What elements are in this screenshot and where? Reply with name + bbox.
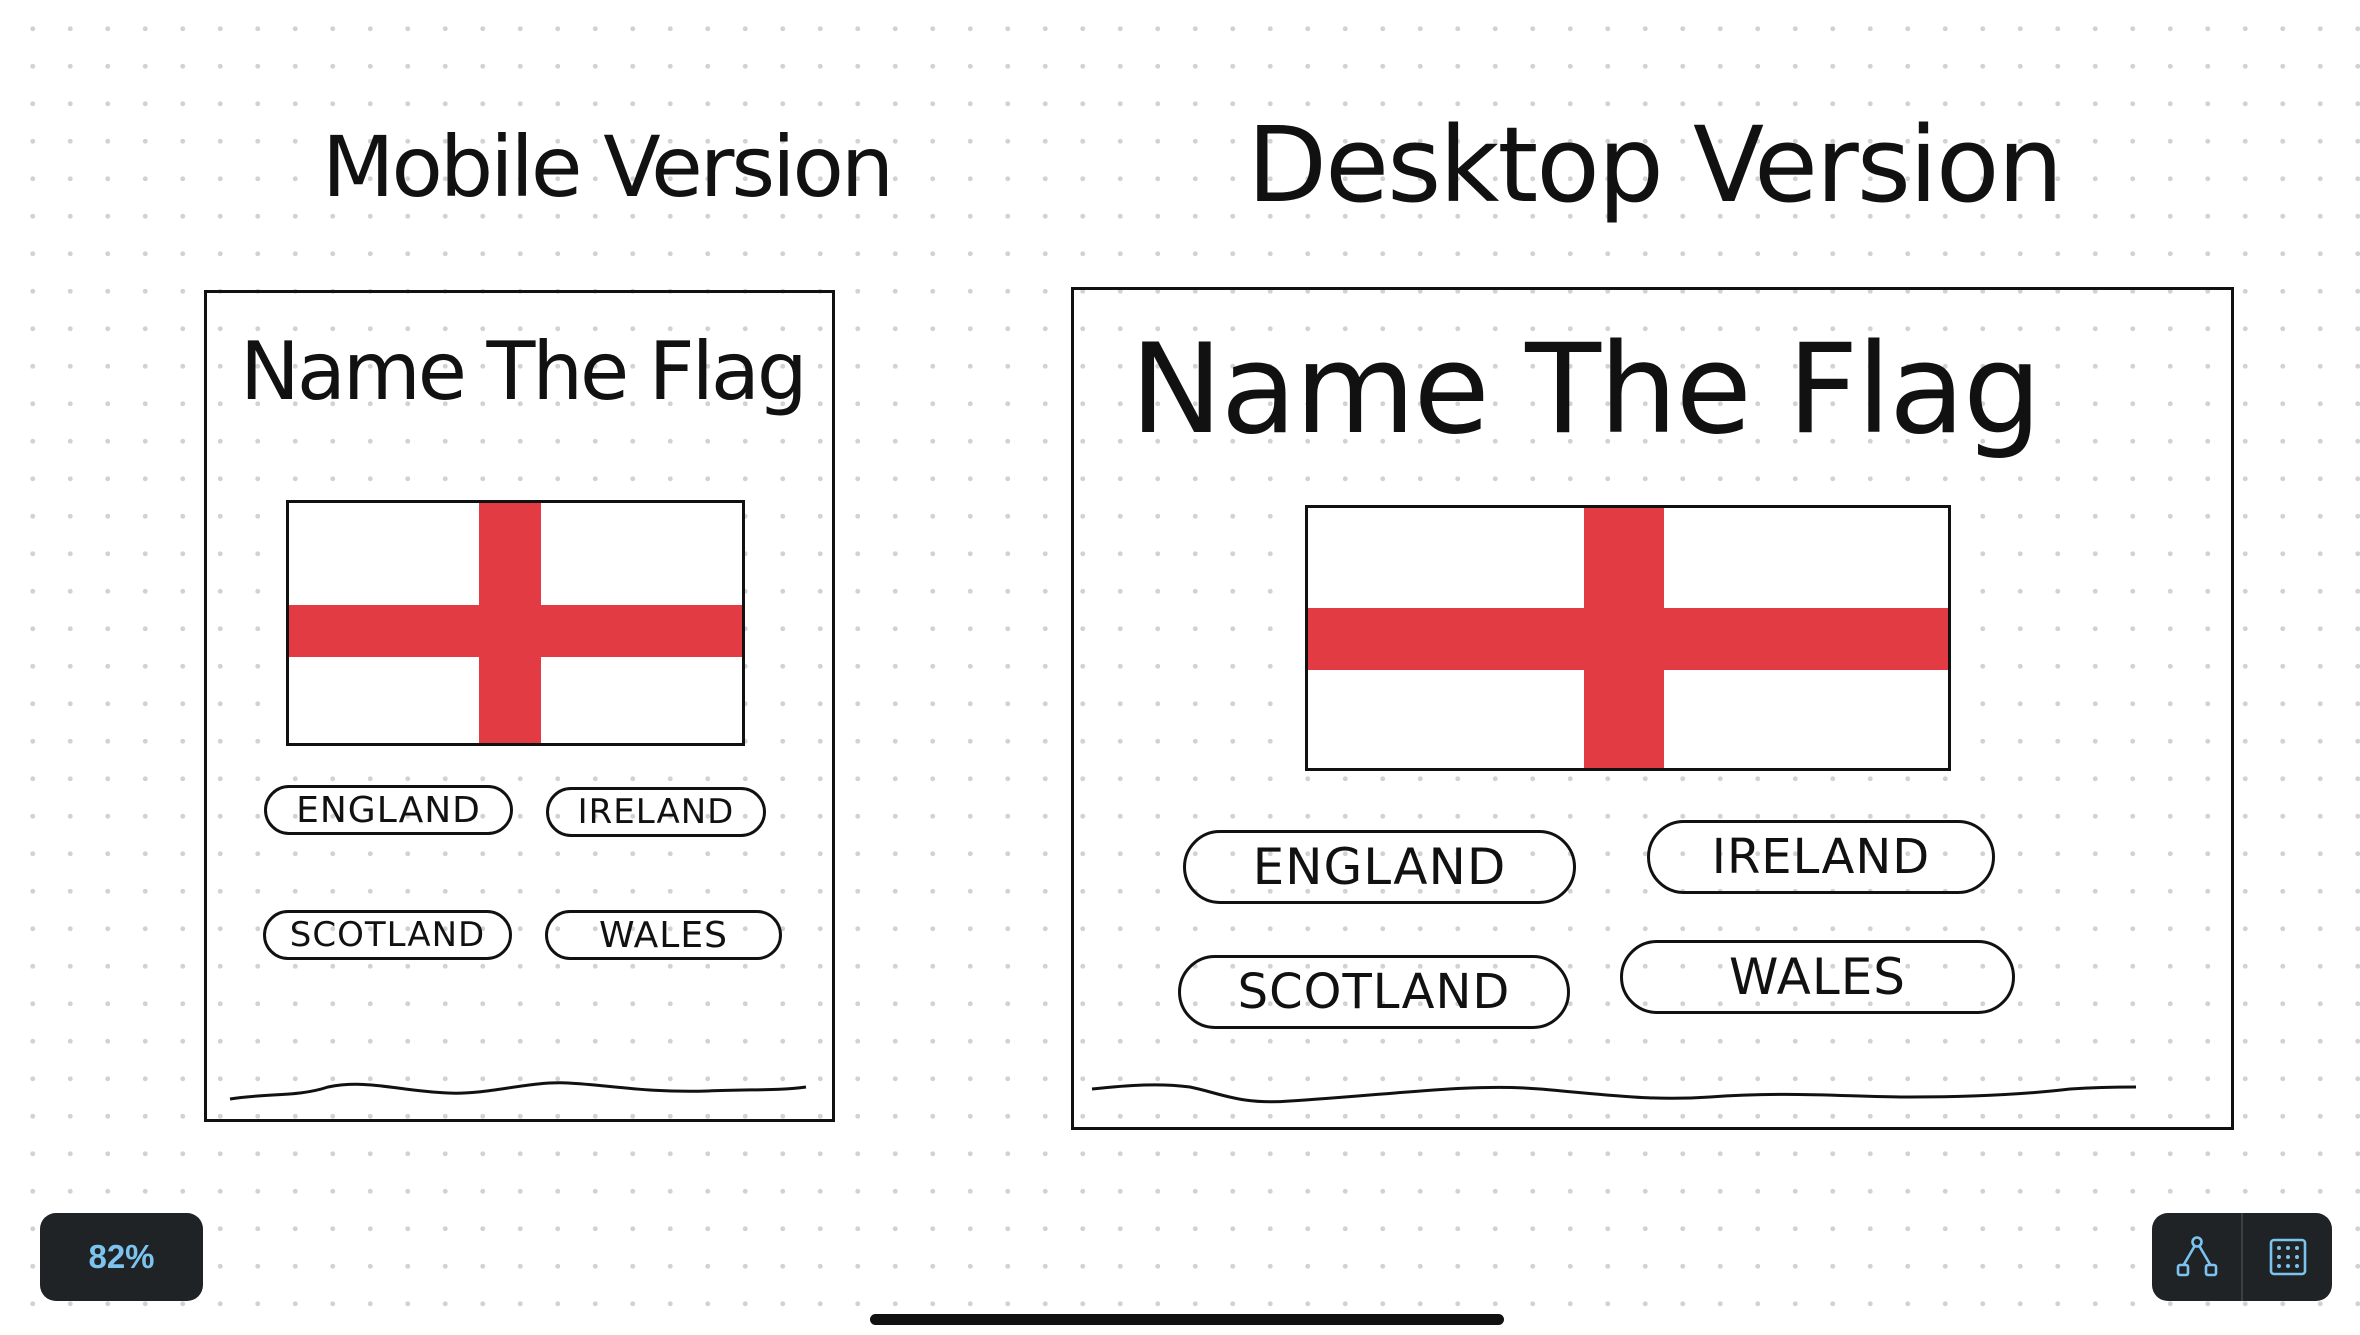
grid-icon <box>2269 1238 2306 1276</box>
desktop-option-wales[interactable]: WALES <box>1620 940 2015 1014</box>
mobile-app-title: Name The Flag <box>240 325 808 418</box>
grid-toggle-button[interactable] <box>2241 1213 2332 1301</box>
canvas-toolbar <box>2152 1213 2332 1301</box>
desktop-flag-england <box>1305 505 1951 771</box>
mobile-flag-england <box>286 500 745 746</box>
shape-tool-icon <box>2176 1236 2217 1277</box>
desktop-option-ireland[interactable]: IRELAND <box>1647 820 1995 894</box>
home-indicator[interactable] <box>870 1314 1504 1325</box>
desktop-option-england[interactable]: ENGLAND <box>1183 830 1576 904</box>
desktop-option-scotland[interactable]: SCOTLAND <box>1178 955 1570 1029</box>
mobile-footer-line <box>229 1081 807 1101</box>
mobile-version-heading: Mobile Version <box>322 118 894 216</box>
desktop-version-heading: Desktop Version <box>1247 104 2063 226</box>
mobile-option-scotland[interactable]: SCOTLAND <box>263 910 512 960</box>
mobile-option-england[interactable]: ENGLAND <box>264 785 513 835</box>
desktop-app-title: Name The Flag <box>1130 318 2042 462</box>
zoom-level-indicator[interactable]: 82% <box>40 1213 203 1301</box>
mobile-option-wales[interactable]: WALES <box>545 910 782 960</box>
desktop-footer-line <box>1091 1083 2137 1104</box>
mobile-option-ireland[interactable]: IRELAND <box>546 787 766 837</box>
flag-vertical-bar <box>1584 508 1664 768</box>
flag-vertical-bar <box>479 503 541 743</box>
shape-tool-button[interactable] <box>2152 1213 2241 1301</box>
